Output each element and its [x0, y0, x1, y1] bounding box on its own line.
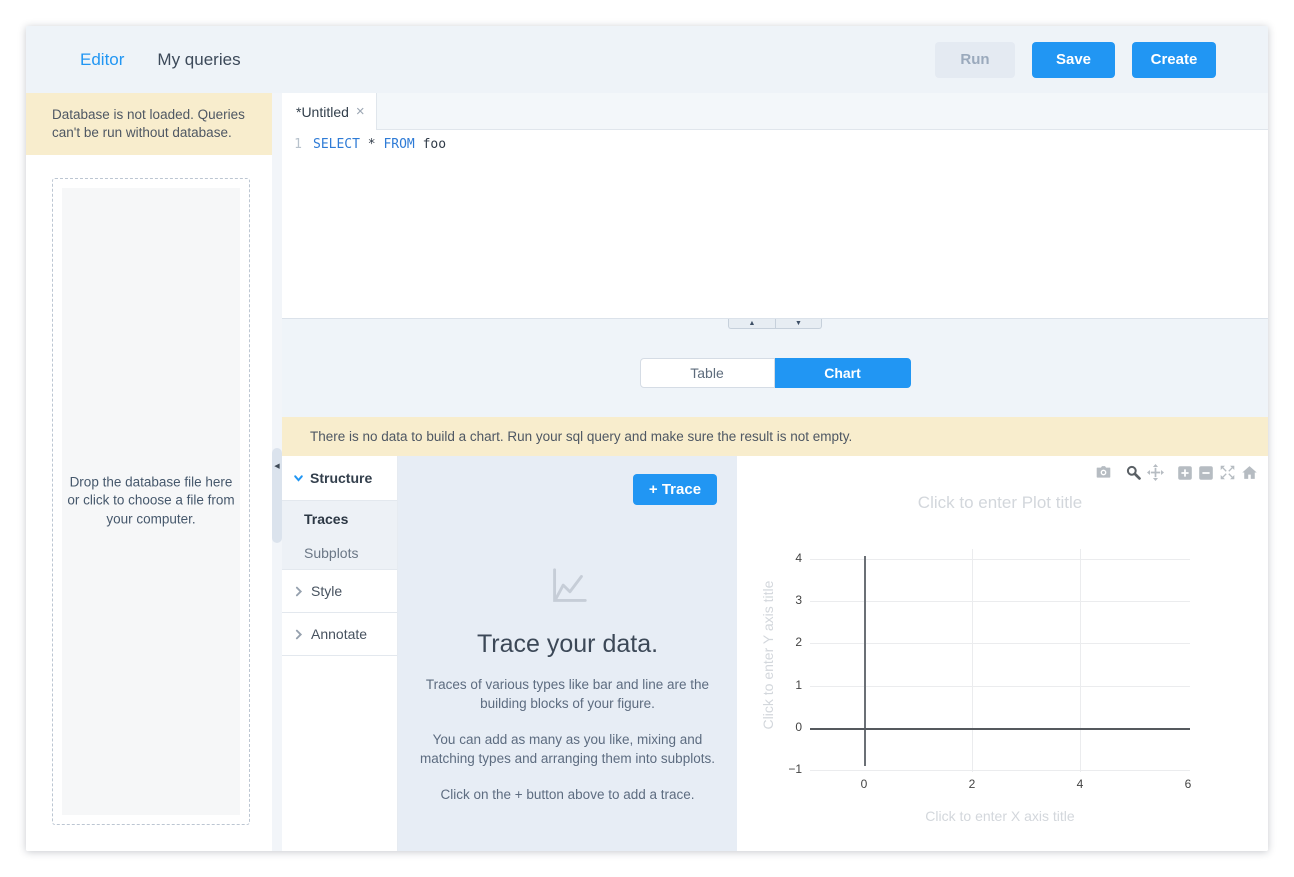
plot-panel: Click to enter Plot title 4 3 2 1 [737, 456, 1268, 851]
x-tick-label: 0 [849, 777, 879, 791]
trace-paragraph: Traces of various types like bar and lin… [412, 676, 724, 714]
line-number: 1 [282, 136, 313, 154]
main-panel: *Untitled × 1 SELECT * FROM foo ▲ ▼ [282, 93, 1268, 851]
trace-paragraph: Click on the + button above to add a tra… [412, 786, 724, 805]
menu-annotate-label: Annotate [311, 626, 367, 642]
menu-style-label: Style [311, 583, 342, 599]
gridline [810, 770, 1190, 771]
zoom-icon[interactable] [1125, 464, 1142, 481]
home-icon[interactable] [1241, 464, 1258, 481]
chart-editor: Structure Traces Subplots Style Annota [282, 456, 1268, 851]
plot-modebar [1090, 464, 1258, 481]
trace-heading: Trace your data. [477, 630, 658, 659]
sql-keyword: SELECT [313, 137, 360, 152]
menu-subplots-label: Subplots [304, 545, 358, 561]
nav-editor[interactable]: Editor [80, 50, 124, 70]
chevron-right-icon [293, 586, 304, 597]
tab-title: *Untitled [296, 104, 349, 120]
app-body: Database is not loaded. Queries can't be… [26, 93, 1268, 851]
gridline [810, 686, 1190, 687]
sql-star: * [368, 137, 376, 152]
sql-table-name: foo [423, 137, 446, 152]
save-button[interactable]: Save [1032, 42, 1115, 78]
trace-paragraph: You can add as many as you like, mixing … [412, 731, 724, 769]
gridline [972, 549, 973, 772]
menu-traces-label: Traces [304, 511, 348, 527]
dropzone-label: Drop the database file here or click to … [67, 473, 235, 530]
y-axis-title-placeholder[interactable]: Click to enter Y axis title [760, 530, 776, 780]
tab-table[interactable]: Table [640, 358, 775, 388]
chart-empty-warning: There is no data to build a chart. Run y… [282, 417, 1268, 456]
menu-traces[interactable]: Traces [282, 501, 397, 537]
zoom-out-icon[interactable] [1198, 465, 1214, 481]
menu-style[interactable]: Style [282, 570, 397, 613]
traces-panel: + Trace Trace your data. Traces of vario… [398, 456, 737, 851]
menu-subplots[interactable]: Subplots [282, 537, 397, 570]
sql-editor[interactable]: 1 SELECT * FROM foo [282, 130, 1268, 318]
gridline [810, 643, 1190, 644]
x-tick-label: 2 [957, 777, 987, 791]
top-bar: Editor My queries Run Save Create [26, 26, 1268, 93]
splitter-buttons: ▲ ▼ [728, 319, 822, 329]
database-warning: Database is not loaded. Queries can't be… [26, 93, 272, 155]
x-tick-label: 6 [1173, 777, 1203, 791]
chart-editor-menu: Structure Traces Subplots Style Annota [282, 456, 398, 851]
sql-keyword: FROM [383, 137, 414, 152]
header-buttons: Run Save Create [935, 42, 1216, 78]
tab-chart[interactable]: Chart [775, 358, 911, 388]
autoscale-icon[interactable] [1219, 464, 1236, 481]
pan-icon[interactable] [1147, 464, 1164, 481]
plot-title-placeholder[interactable]: Click to enter Plot title [810, 493, 1190, 513]
gridline [1080, 549, 1081, 772]
create-button[interactable]: Create [1132, 42, 1216, 78]
x-zero-line [864, 556, 866, 766]
sidebar-collapse-handle[interactable]: ◀ [272, 448, 282, 543]
tab-close-icon[interactable]: × [356, 103, 365, 120]
zoom-in-icon[interactable] [1177, 465, 1193, 481]
result-view-area: Table Chart [282, 328, 1268, 417]
menu-structure[interactable]: Structure [282, 456, 397, 501]
gridline [810, 601, 1190, 602]
collapse-down-button[interactable]: ▼ [775, 319, 822, 329]
x-tick-label: 4 [1065, 777, 1095, 791]
database-dropzone[interactable]: Drop the database file here or click to … [52, 178, 250, 825]
x-axis-title-placeholder[interactable]: Click to enter X axis title [810, 808, 1190, 824]
gridline [810, 559, 1190, 560]
camera-icon[interactable] [1095, 464, 1112, 481]
menu-structure-label: Structure [310, 470, 372, 486]
view-toggle: Table Chart [640, 358, 911, 388]
collapse-left-icon: ◀ [272, 462, 282, 470]
menu-annotate[interactable]: Annotate [282, 613, 397, 656]
app-window: Editor My queries Run Save Create Databa… [26, 26, 1268, 851]
run-button[interactable]: Run [935, 42, 1015, 78]
line-chart-icon [545, 564, 591, 610]
nav-my-queries[interactable]: My queries [157, 50, 240, 70]
add-trace-button[interactable]: + Trace [633, 474, 717, 505]
code-line: 1 SELECT * FROM foo [282, 136, 1268, 154]
trace-empty-state: Trace your data. Traces of various types… [398, 564, 737, 804]
sidebar-splitter[interactable]: ◀ [272, 93, 282, 851]
collapse-up-button[interactable]: ▲ [728, 319, 775, 329]
sql-statement: SELECT * FROM foo [313, 136, 446, 154]
editor-result-splitter[interactable]: ▲ ▼ [282, 318, 1268, 328]
tab-untitled[interactable]: *Untitled × [282, 93, 377, 130]
chevron-down-icon [293, 473, 304, 484]
chevron-right-icon [293, 629, 304, 640]
database-sidebar: Database is not loaded. Queries can't be… [26, 93, 272, 851]
query-tab-bar: *Untitled × [282, 93, 1268, 130]
y-zero-line [810, 728, 1190, 730]
